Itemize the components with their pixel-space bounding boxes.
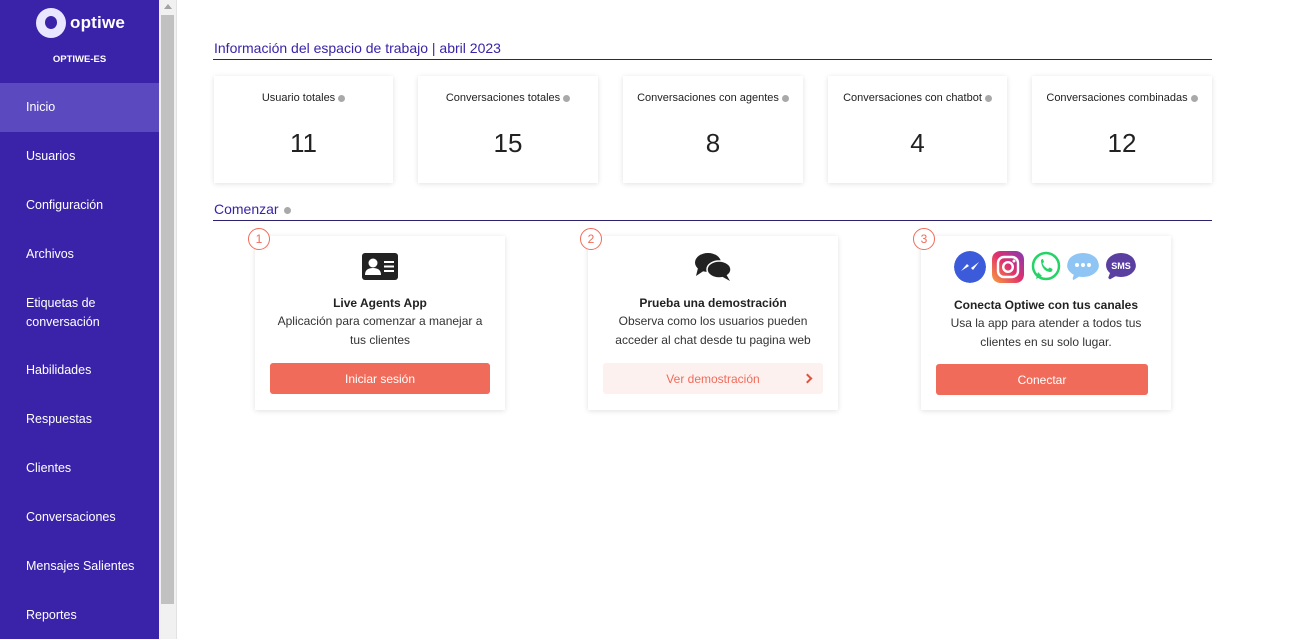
sidebar-item-mensajes-salientes[interactable]: Mensajes Salientes — [0, 542, 159, 591]
step-badge: 2 — [580, 228, 602, 250]
card-description: Observa como los usuarios pueden acceder… — [615, 314, 811, 347]
login-button[interactable]: Iniciar sesión — [270, 363, 490, 394]
sidebar-item-reportes[interactable]: Reportes — [0, 591, 159, 640]
sidebar-item-conversaciones[interactable]: Conversaciones — [0, 493, 159, 542]
instagram-icon[interactable] — [992, 251, 1024, 283]
sidebar-item-usuarios[interactable]: Usuarios — [0, 132, 159, 181]
stat-card-conversations: Conversaciones totales 15 — [418, 76, 598, 183]
card-title: Conecta Optiwe con tus canales — [953, 298, 1139, 312]
stat-label: Conversaciones con chatbot — [828, 92, 1007, 104]
contact-card-icon — [362, 253, 398, 280]
sms-bubble-icon[interactable] — [1067, 251, 1099, 283]
optiwe-logo-icon — [36, 8, 66, 38]
scroll-up-arrow-icon[interactable] — [164, 4, 172, 9]
connect-button[interactable]: Conectar — [936, 364, 1148, 395]
section-divider — [213, 59, 1212, 60]
stat-card-agent-conversations: Conversaciones con agentes 8 — [623, 76, 803, 183]
card-demo: Prueba una demostración Observa como los… — [588, 236, 838, 410]
workspace-name: OPTIWE-ES — [52, 54, 107, 65]
sidebar-item-etiquetas[interactable]: Etiquetas de conversación — [0, 279, 159, 346]
stat-label: Conversaciones combinadas — [1032, 92, 1212, 104]
sidebar-item-respuestas[interactable]: Respuestas — [0, 395, 159, 444]
stat-label: Usuario totales — [214, 92, 393, 104]
section-divider — [213, 220, 1212, 221]
optiwe-logo[interactable]: optiwe — [36, 7, 125, 39]
sms-icon[interactable]: SMS — [1104, 251, 1136, 283]
sidebar-item-configuracion[interactable]: Configuración — [0, 181, 159, 230]
logo-text: optiwe — [70, 13, 126, 32]
info-icon[interactable] — [283, 206, 291, 214]
scrollbar-thumb[interactable] — [161, 15, 174, 604]
getting-started-title: Comenzar — [214, 201, 291, 217]
sidebar-item-inicio[interactable]: Inicio — [0, 83, 159, 132]
stat-value: 4 — [910, 128, 925, 158]
card-connect-channels: SMS Conecta Optiwe con tus canales Usa l… — [921, 236, 1171, 410]
card-live-agents: Live Agents App Aplicación para comenzar… — [255, 236, 505, 410]
sidebar-item-clientes[interactable]: Clientes — [0, 444, 159, 493]
stat-value: 12 — [1107, 128, 1137, 158]
stat-card-chatbot-conversations: Conversaciones con chatbot 4 — [828, 76, 1007, 183]
sidebar-scrollbar[interactable] — [159, 0, 177, 639]
info-icon[interactable] — [1190, 94, 1198, 102]
card-description: Aplicación para comenzar a manejar a tus… — [277, 314, 483, 347]
stat-value: 15 — [493, 128, 523, 158]
info-icon[interactable] — [563, 94, 571, 102]
card-title: Live Agents App — [333, 296, 427, 310]
stat-value: 8 — [705, 128, 721, 158]
chevron-right-icon — [802, 373, 813, 384]
info-icon[interactable] — [338, 94, 346, 102]
button-label: Ver demostración — [666, 371, 760, 386]
info-icon[interactable] — [781, 94, 789, 102]
step-badge: 1 — [248, 228, 270, 250]
info-icon[interactable] — [984, 94, 992, 102]
view-demo-button[interactable]: Ver demostración — [603, 363, 823, 394]
card-title: Prueba una demostración — [639, 296, 787, 310]
stat-value: 11 — [290, 128, 317, 158]
step-badge: 3 — [913, 228, 935, 250]
card-description: Usa la app para atender a todos tus clie… — [950, 316, 1142, 349]
workspace-info-title: Información del espacio de trabajo | abr… — [214, 40, 501, 56]
stat-label: Conversaciones totales — [418, 92, 598, 104]
stat-card-users: Usuario totales 11 — [214, 76, 393, 183]
sms-icon-text: SMS — [1111, 261, 1131, 271]
chat-bubbles-icon — [695, 253, 732, 281]
stat-card-combined-conversations: Conversaciones combinadas 12 — [1032, 76, 1212, 183]
messenger-icon[interactable] — [954, 251, 986, 283]
sidebar-item-habilidades[interactable]: Habilidades — [0, 346, 159, 395]
sidebar-nav: Inicio Usuarios Configuración Archivos E… — [0, 83, 159, 640]
sidebar-item-label: Etiquetas de conversación — [26, 295, 100, 329]
whatsapp-icon[interactable] — [1030, 251, 1062, 283]
stat-label: Conversaciones con agentes — [623, 92, 803, 104]
sidebar: optiwe OPTIWE-ES Inicio Usuarios Configu… — [0, 0, 159, 639]
sidebar-item-archivos[interactable]: Archivos — [0, 230, 159, 279]
channel-icons: SMS — [954, 251, 1138, 283]
